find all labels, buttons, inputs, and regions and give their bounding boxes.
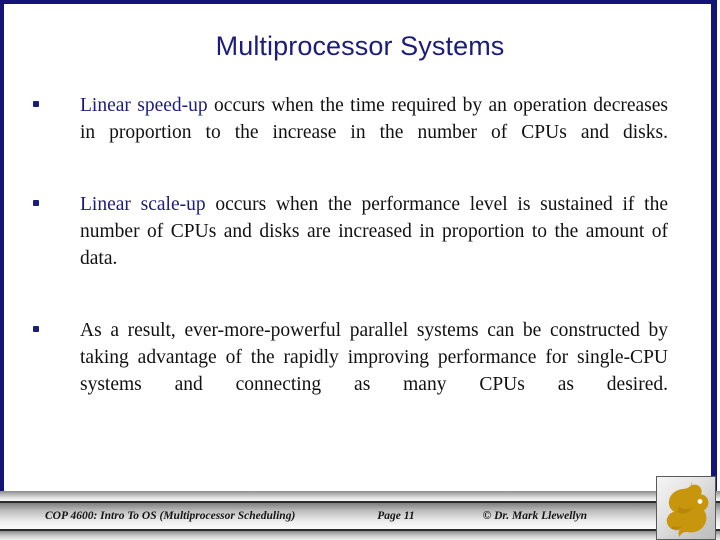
- bullet-text: Linear speed-up occurs when the time req…: [80, 92, 668, 173]
- bullet-lead-phrase: Linear scale-up: [80, 194, 206, 215]
- bullet-marker-icon: [33, 200, 39, 206]
- bullet-text: As a result, ever-more-powerful parallel…: [80, 317, 668, 425]
- bullet-lead-phrase: Linear speed-up: [80, 95, 208, 116]
- bullet-marker-icon: [33, 326, 39, 332]
- bullet-item: Linear speed-up occurs when the time req…: [0, 92, 720, 173]
- bullet-text: Linear scale-up occurs when the performa…: [80, 191, 668, 299]
- bullet-marker-icon: [33, 101, 39, 107]
- footer-copyright-label: © Dr. Mark Llewellyn: [482, 510, 588, 522]
- footer-band-bottom: [0, 531, 720, 540]
- pegasus-logo-icon: [666, 481, 709, 537]
- slide-title: Multiprocessor Systems: [215, 31, 505, 61]
- footer-text-row: COP 4600: Intro To OS (Multiprocessor Sc…: [0, 503, 660, 529]
- slide-body: Linear speed-up occurs when the time req…: [0, 92, 720, 443]
- bullet-body-text: As a result, ever-more-powerful parallel…: [80, 320, 668, 395]
- footer-band-top: [0, 491, 720, 501]
- footer-page-number: Page 11: [377, 510, 415, 522]
- bullet-item: As a result, ever-more-powerful parallel…: [0, 317, 720, 425]
- footer-course-label: COP 4600: Intro To OS (Multiprocessor Sc…: [45, 510, 296, 522]
- pegasus-logo-box: [656, 476, 716, 540]
- presentation-slide: Multiprocessor Systems Linear speed-up o…: [0, 0, 720, 540]
- slide-footer: COP 4600: Intro To OS (Multiprocessor Sc…: [0, 491, 720, 540]
- bullet-item: Linear scale-up occurs when the performa…: [0, 191, 720, 299]
- slide-border-top: [0, 0, 720, 4]
